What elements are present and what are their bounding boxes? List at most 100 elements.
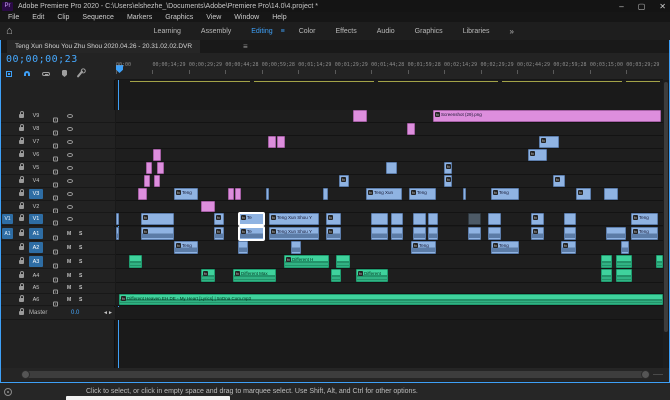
clip[interactable]: fx xyxy=(528,149,547,161)
track-lane-A4[interactable]: fx fx Different Max fx Different xyxy=(116,269,663,283)
fx-badge[interactable]: fx xyxy=(435,112,440,117)
clip[interactable] xyxy=(601,269,612,282)
add-marker-icon[interactable] xyxy=(62,70,67,77)
clip[interactable] xyxy=(606,227,626,240)
clip[interactable] xyxy=(154,175,160,187)
toggle-output-eye-icon[interactable] xyxy=(67,153,73,157)
clip[interactable]: fx xyxy=(539,136,559,148)
fx-badge[interactable]: fx xyxy=(241,229,246,234)
clip-screenshot-29-png[interactable]: fx Screenshot (29).png xyxy=(433,110,661,122)
fx-badge[interactable]: fx xyxy=(176,190,181,195)
clip[interactable] xyxy=(157,162,164,174)
fx-badge[interactable]: fx xyxy=(493,190,498,195)
fx-badge[interactable]: fx xyxy=(533,215,538,220)
clip[interactable] xyxy=(391,227,403,240)
track-lane-A6[interactable]: fx Different Heaven EH DE - My Heart [Lyr… xyxy=(116,294,663,306)
lock-icon[interactable] xyxy=(19,214,24,221)
tab-panel-menu-icon[interactable]: ≡ xyxy=(281,28,285,35)
track-name-V7[interactable]: V7 xyxy=(29,137,43,147)
fx-badge[interactable]: fx xyxy=(530,151,535,156)
clip-teng[interactable]: fx Teng xyxy=(631,227,658,240)
lock-icon[interactable] xyxy=(19,270,24,278)
clip[interactable]: fx xyxy=(576,188,591,200)
track-name-V3[interactable]: V3 xyxy=(29,189,43,199)
lock-icon[interactable] xyxy=(19,294,24,302)
source-patch-A1[interactable]: A1 xyxy=(2,228,13,239)
toggle-output-eye-icon[interactable] xyxy=(67,204,73,209)
clip[interactable]: fx xyxy=(326,227,341,240)
track-name-V6[interactable]: V6 xyxy=(29,150,43,160)
clip[interactable] xyxy=(428,213,438,225)
mute-button[interactable]: M xyxy=(67,297,71,303)
track-name-V8[interactable]: V8 xyxy=(29,124,43,134)
fx-badge[interactable]: fx xyxy=(413,243,418,248)
fx-badge[interactable]: fx xyxy=(235,271,240,276)
clip[interactable] xyxy=(323,188,328,200)
track-name-A3[interactable]: A3 xyxy=(29,256,43,267)
lock-icon[interactable] xyxy=(19,256,24,264)
clip[interactable] xyxy=(463,188,466,200)
clip-teng-xun-shou-y[interactable]: fx Teng Xun Shou Y xyxy=(269,213,319,225)
clip[interactable] xyxy=(621,241,629,254)
lock-icon[interactable] xyxy=(19,228,24,236)
clip[interactable] xyxy=(468,213,481,225)
clip[interactable] xyxy=(564,227,576,240)
tab-editing[interactable]: Editing xyxy=(245,25,278,38)
panel-menu-icon[interactable]: ≡ xyxy=(243,40,248,53)
track-lane-A1[interactable]: fx fx fx Te fx Teng Xun Shou Yfx fx fx Teng xyxy=(116,227,663,241)
clip-teng[interactable]: fx Teng xyxy=(631,213,658,225)
zoom-handle-right[interactable] xyxy=(641,370,650,379)
clip[interactable] xyxy=(153,149,161,161)
track-lane-V3[interactable]: fx Teng fx Teng Xun fx Teng fx Teng fx xyxy=(116,188,663,201)
linked-selection-icon[interactable] xyxy=(42,71,50,76)
fx-badge[interactable]: fx xyxy=(555,177,560,182)
clip-different-h[interactable]: fx Different H xyxy=(284,255,329,268)
clip[interactable] xyxy=(564,213,576,225)
timeline-settings-icon[interactable] xyxy=(76,69,84,78)
clip[interactable] xyxy=(228,188,234,200)
fx-badge[interactable]: fx xyxy=(533,229,538,234)
clip-teng[interactable]: fx Teng xyxy=(491,241,519,254)
track-name-V2[interactable]: V2 xyxy=(29,202,43,211)
track-name-V4[interactable]: V4 xyxy=(29,176,43,186)
clip[interactable]: fx xyxy=(531,213,544,225)
track-name-V5[interactable]: V5 xyxy=(29,163,43,173)
fx-badge[interactable]: fx xyxy=(143,229,148,234)
clip[interactable]: fx xyxy=(553,175,565,187)
tab-assembly[interactable]: Assembly xyxy=(195,25,237,38)
fx-badge[interactable]: fx xyxy=(563,243,568,248)
menu-graphics[interactable]: Graphics xyxy=(165,14,193,21)
clip[interactable] xyxy=(656,255,663,268)
fx-badge[interactable]: fx xyxy=(241,215,246,220)
fx-badge[interactable]: fx xyxy=(633,229,638,234)
sequence-tab[interactable]: Teng Xun Shou You Zhu Shou 2020.04.26 - … xyxy=(7,40,201,53)
menu-sequence[interactable]: Sequence xyxy=(82,14,114,21)
vertical-scrollbar[interactable] xyxy=(663,80,668,368)
clip-teng[interactable]: fx Teng xyxy=(174,188,198,200)
tab-libraries[interactable]: Libraries xyxy=(457,25,496,38)
menu-clip[interactable]: Clip xyxy=(57,14,69,21)
clip[interactable] xyxy=(146,162,152,174)
track-lane-V4[interactable]: fx fx fx xyxy=(116,175,663,188)
time-ruler[interactable]: 00;00 00;00;14;29 00;00;29;29 00;00;44;28 00… xyxy=(115,53,663,80)
clip[interactable] xyxy=(371,213,388,225)
clip[interactable] xyxy=(616,255,632,268)
toggle-output-eye-icon[interactable] xyxy=(67,179,73,183)
tab-color[interactable]: Color xyxy=(293,25,322,38)
clip[interactable] xyxy=(601,255,612,268)
lock-icon[interactable] xyxy=(19,124,24,131)
lock-icon[interactable] xyxy=(19,242,24,250)
mute-button[interactable]: M xyxy=(67,285,71,291)
sync-lock-icon[interactable] xyxy=(53,301,58,306)
menu-markers[interactable]: Markers xyxy=(127,14,152,21)
clip-teng-xun-shou-y[interactable]: fx Teng Xun Shou Y xyxy=(269,227,319,240)
track-lane-A5[interactable] xyxy=(116,283,663,294)
clip[interactable] xyxy=(331,269,341,282)
playhead-timecode[interactable]: 00;00;00;23 xyxy=(6,54,78,65)
clip-teng[interactable]: fx Teng xyxy=(174,241,198,254)
tab-graphics[interactable]: Graphics xyxy=(409,25,449,38)
fx-badge[interactable]: fx xyxy=(411,190,416,195)
clip[interactable] xyxy=(235,188,241,200)
clip[interactable] xyxy=(488,213,501,225)
fx-badge[interactable]: fx xyxy=(271,229,276,234)
